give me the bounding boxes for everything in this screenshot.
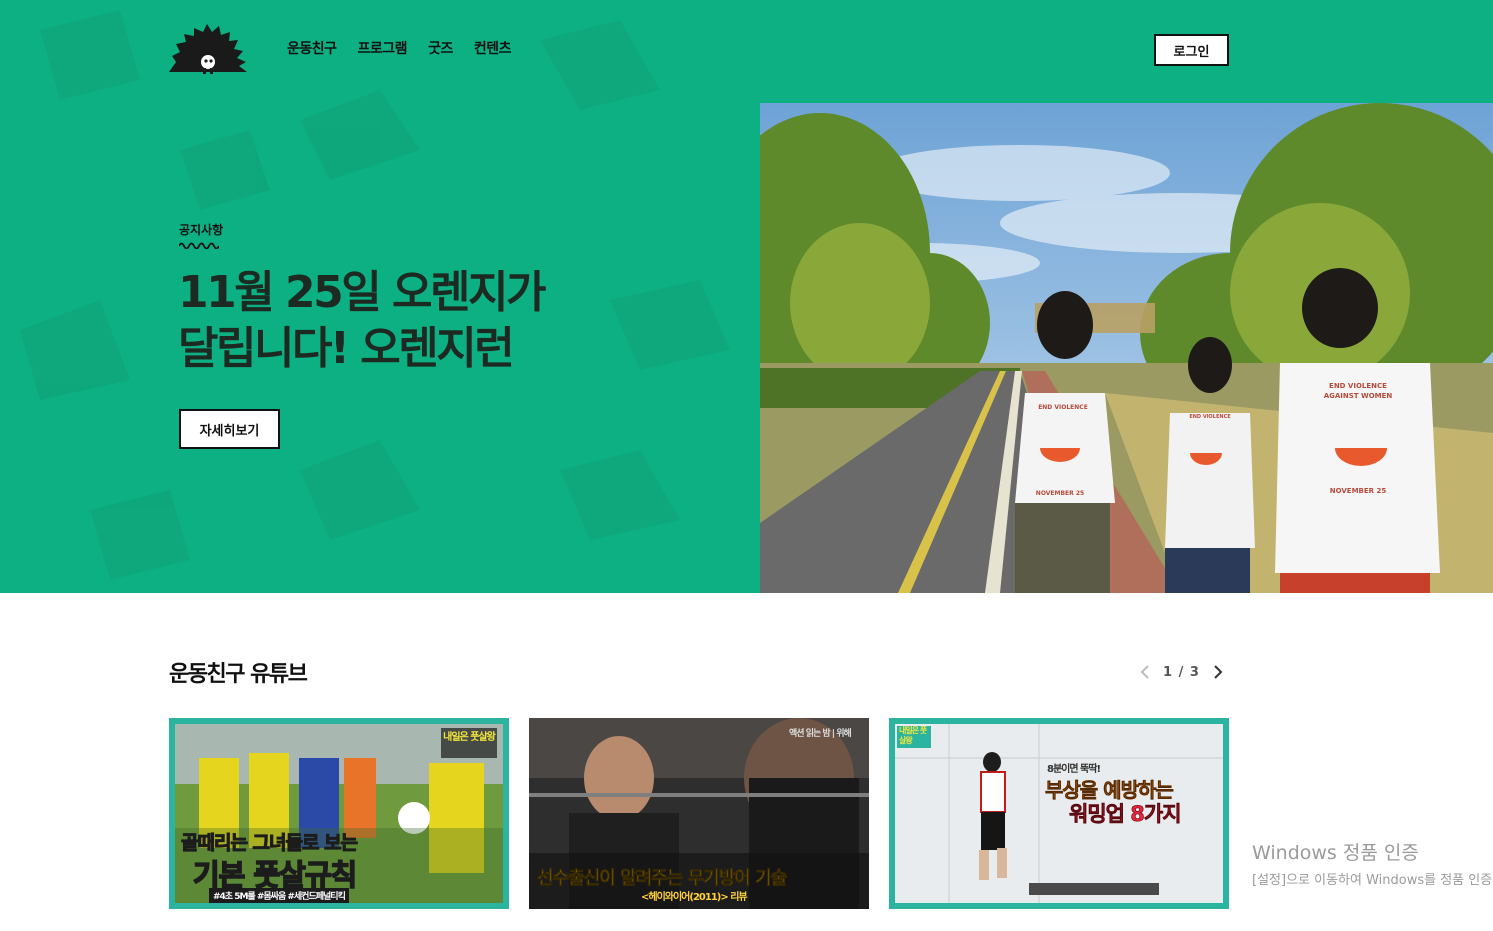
card-line2: 워밍업 8가지 bbox=[1069, 802, 1182, 827]
svg-text:NOVEMBER 25: NOVEMBER 25 bbox=[1330, 487, 1387, 495]
card-sub: <헤이와이어(2011)> 리뷰 bbox=[641, 892, 748, 903]
hero-photo: END VIOLENCE END VIOLENCE END VIOLENCE A… bbox=[760, 103, 1493, 593]
svg-text:NOVEMBER 25: NOVEMBER 25 bbox=[1036, 490, 1084, 497]
notice-label: 공지사항 bbox=[179, 223, 224, 237]
watermark-subtitle: [설정]으로 이동하여 Windows를 정품 인증합니다. bbox=[1252, 873, 1493, 888]
carousel-pager: 1 / 3 bbox=[1135, 660, 1228, 684]
youtube-card-futsal-rules[interactable]: 내일은 풋살왕 골때리는 그녀들로 보는 기본 풋살규칙 #4초 5M룰 #몸싸… bbox=[169, 718, 509, 909]
card-line1: 선수출신이 알려주는 무기방어 기술 bbox=[537, 868, 788, 890]
youtube-section-title: 운동친구 유튜브 bbox=[169, 662, 308, 687]
nav-item-goods[interactable]: 굿즈 bbox=[428, 38, 453, 58]
top-navigation: 운동친구 프로그램 굿즈 컨텐츠 로그인 bbox=[0, 0, 1493, 100]
svg-text:AGAINST WOMEN: AGAINST WOMEN bbox=[1324, 392, 1393, 400]
card-badge: 내일은 풋살왕 bbox=[899, 726, 927, 745]
youtube-card-warmup[interactable]: 내일은 풋살왕 8분이면 뚝딱! 부상을 예방하는 워밍업 8가지 bbox=[889, 718, 1229, 909]
hero-title: 11월 25일 오렌지가 달립니다! 오렌지런 bbox=[178, 267, 546, 374]
pager-count: 1 / 3 bbox=[1163, 664, 1200, 680]
nav-item-programs[interactable]: 프로그램 bbox=[358, 38, 408, 58]
nav-item-contents[interactable]: 컨텐츠 bbox=[474, 38, 512, 58]
card-top-text: 액션 읽는 밤 | 위해 bbox=[789, 729, 852, 739]
windows-activation-watermark: Windows 정품 인증 [설정]으로 이동하여 Windows를 정품 인증… bbox=[1252, 838, 1493, 888]
svg-text:END VIOLENCE: END VIOLENCE bbox=[1329, 382, 1387, 390]
main-nav: 운동친구 프로그램 굿즈 컨텐츠 bbox=[287, 38, 511, 58]
svg-text:END VIOLENCE: END VIOLENCE bbox=[1038, 404, 1088, 411]
chevron-right-icon[interactable] bbox=[1208, 660, 1228, 684]
watermark-title: Windows 정품 인증 bbox=[1252, 842, 1419, 864]
card-small: 8분이면 뚝딱! bbox=[1047, 764, 1101, 775]
card-tags: #4초 5M룰 #몸싸움 #세컨드페널티킥 bbox=[209, 888, 349, 903]
card-badge: 내일은 풋살왕 bbox=[443, 732, 496, 743]
nav-item-friends[interactable]: 운동친구 bbox=[287, 38, 337, 58]
chevron-left-icon[interactable] bbox=[1135, 660, 1155, 684]
hero-banner: 운동친구 프로그램 굿즈 컨텐츠 로그인 공지사항 11월 25일 오렌지가 달… bbox=[0, 0, 1493, 593]
wave-underline-icon bbox=[179, 242, 219, 249]
login-button[interactable]: 로그인 bbox=[1154, 34, 1229, 66]
card-line1: 골때리는 그녀들로 보는 bbox=[180, 832, 358, 855]
youtube-card-list: 내일은 풋살왕 골때리는 그녀들로 보는 기본 풋살규칙 #4초 5M룰 #몸싸… bbox=[169, 718, 1229, 909]
youtube-card-weapon-defense[interactable]: 액션 읽는 밤 | 위해 선수출신이 알려주는 무기방어 기술 <헤이와이어(2… bbox=[529, 718, 869, 909]
detail-button[interactable]: 자세히보기 bbox=[179, 409, 280, 449]
hedgehog-logo-icon[interactable] bbox=[166, 22, 250, 78]
svg-text:END VIOLENCE: END VIOLENCE bbox=[1189, 414, 1231, 420]
